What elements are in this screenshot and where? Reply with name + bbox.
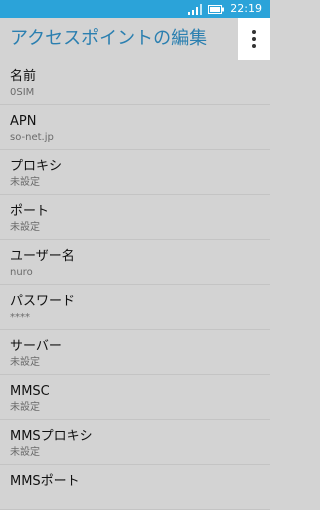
- setting-label: ユーザー名: [10, 249, 75, 264]
- setting-row-password[interactable]: パスワード ****: [0, 285, 270, 330]
- more-vert-icon-dot: [252, 44, 256, 48]
- setting-row-port[interactable]: ポート 未設定: [0, 195, 270, 240]
- setting-row-mmsc[interactable]: MMSC 未設定: [0, 375, 270, 420]
- setting-value: 0SIM: [10, 87, 35, 98]
- setting-value: 未設定: [10, 357, 40, 368]
- battery-icon: [208, 4, 225, 14]
- setting-row-apn[interactable]: APN so-net.jp: [0, 105, 270, 150]
- app-bar: アクセスポイントの編集: [0, 18, 270, 60]
- setting-row-mms-proxy[interactable]: MMSプロキシ 未設定: [0, 420, 270, 465]
- setting-label: 名前: [10, 69, 37, 84]
- status-time: 22:19: [230, 2, 262, 15]
- setting-value: ****: [10, 312, 30, 323]
- setting-value: 未設定: [10, 402, 40, 413]
- overflow-menu-button[interactable]: [238, 18, 270, 60]
- setting-label: ポート: [10, 204, 50, 219]
- setting-label: MMSポート: [10, 474, 80, 489]
- setting-row-name[interactable]: 名前 0SIM: [0, 60, 270, 105]
- setting-row-proxy[interactable]: プロキシ 未設定: [0, 150, 270, 195]
- apn-settings-list: 名前 0SIM APN so-net.jp プロキシ 未設定 ポート 未設定 ユ…: [0, 60, 270, 510]
- setting-value: so-net.jp: [10, 132, 54, 143]
- setting-value: nuro: [10, 267, 33, 278]
- setting-row-server[interactable]: サーバー 未設定: [0, 330, 270, 375]
- setting-label: MMSC: [10, 384, 50, 399]
- status-icons: 22:19: [188, 2, 262, 16]
- setting-label: サーバー: [10, 339, 62, 354]
- setting-label: プロキシ: [10, 159, 63, 174]
- setting-row-mms-port[interactable]: MMSポート: [0, 465, 270, 510]
- setting-label: MMSプロキシ: [10, 429, 93, 444]
- status-bar: 22:19: [0, 0, 270, 18]
- setting-label: パスワード: [10, 294, 76, 309]
- setting-label: APN: [10, 114, 37, 129]
- setting-row-username[interactable]: ユーザー名 nuro: [0, 240, 270, 285]
- more-vert-icon-dot: [252, 37, 256, 41]
- more-vert-icon: [252, 30, 256, 34]
- setting-value: 未設定: [10, 447, 40, 458]
- setting-value: 未設定: [10, 177, 40, 188]
- page-title: アクセスポイントの編集: [10, 28, 208, 49]
- signal-icon: [188, 3, 203, 15]
- setting-value: 未設定: [10, 222, 40, 233]
